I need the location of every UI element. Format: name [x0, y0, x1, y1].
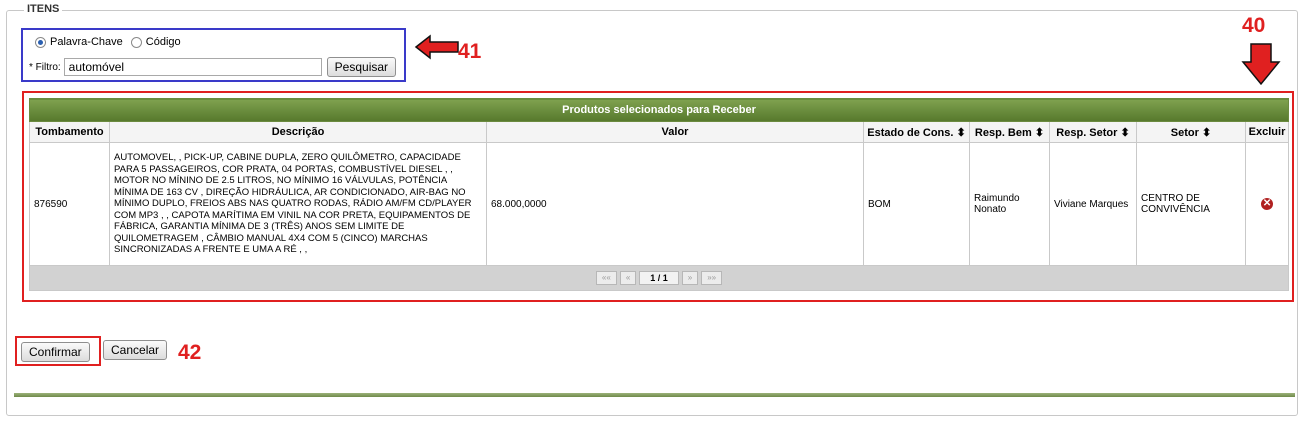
cell-setor: CENTRO DE CONVIVÊNCIA — [1136, 142, 1246, 266]
filter-input[interactable] — [63, 58, 322, 76]
selected-products-panel: Produtos selecionados para Receber Tomba… — [22, 91, 1294, 302]
annotation-42: 42 — [178, 341, 202, 364]
filter-row: * Filtro: Pesquisar — [29, 57, 397, 77]
pager: «« « 1 / 1 » »» — [595, 271, 723, 285]
radio-code-label[interactable]: Código — [146, 36, 181, 48]
delete-icon[interactable]: ✕ — [1261, 198, 1274, 210]
cell-valor: 68.000,0000 — [486, 142, 864, 266]
search-button[interactable]: Pesquisar — [326, 57, 397, 77]
radio-keyword-label[interactable]: Palavra-Chave — [50, 36, 123, 48]
col-valor: Valor — [486, 121, 864, 143]
pager-row: «« « 1 / 1 » »» — [28, 265, 1290, 291]
arrow-left-icon — [414, 34, 459, 60]
cancel-button[interactable]: Cancelar — [103, 340, 168, 360]
pager-last-button[interactable]: »» — [701, 271, 723, 285]
cell-excluir: ✕ — [1244, 142, 1290, 266]
search-panel: Palavra-Chave Código * Filtro: Pesquisar — [21, 28, 406, 82]
fieldset-legend: ITENS — [24, 3, 63, 15]
col-tombamento: Tombamento — [29, 121, 110, 143]
col-estado[interactable]: Estado de Cons. ⬍ — [863, 121, 970, 143]
table-row: 876590 AUTOMOVEL, , PICK-UP, CABINE DUPL… — [29, 142, 1290, 266]
filter-label: * Filtro: — [29, 61, 61, 73]
cell-estado: BOM — [863, 142, 970, 266]
radio-code[interactable] — [130, 36, 142, 48]
col-resp-setor[interactable]: Resp. Setor ⬍ — [1049, 121, 1137, 143]
table-header-row: Tombamento Descrição Valor Estado de Con… — [29, 121, 1290, 143]
arrow-down-icon — [1241, 43, 1281, 86]
radio-keyword[interactable] — [35, 36, 46, 48]
annotation-41: 41 — [458, 40, 482, 63]
footer-divider — [14, 393, 1295, 397]
pager-first-button[interactable]: «« — [595, 271, 617, 285]
col-excluir: Excluir — [1244, 121, 1290, 143]
pager-prev-button[interactable]: « — [619, 271, 637, 285]
cell-resp-bem: Raimundo Nonato — [969, 142, 1050, 266]
annotation-40: 40 — [1242, 14, 1266, 37]
confirm-button[interactable]: Confirmar — [21, 342, 90, 362]
table-caption: Produtos selecionados para Receber — [28, 98, 1290, 122]
col-resp-bem[interactable]: Resp. Bem ⬍ — [969, 121, 1050, 143]
col-setor[interactable]: Setor ⬍ — [1136, 121, 1246, 143]
search-mode-group: Palavra-Chave Código — [35, 36, 181, 48]
selected-products-table: Produtos selecionados para Receber Tomba… — [28, 98, 1290, 291]
pager-page-indicator: 1 / 1 — [639, 271, 679, 285]
cell-resp-setor: Viviane Marques — [1049, 142, 1137, 266]
pager-next-button[interactable]: » — [681, 271, 699, 285]
col-descricao: Descrição — [109, 121, 487, 143]
cell-descricao: AUTOMOVEL, , PICK-UP, CABINE DUPLA, ZERO… — [109, 142, 487, 266]
confirm-highlight: Confirmar — [15, 336, 101, 366]
cell-tombamento: 876590 — [29, 142, 110, 266]
